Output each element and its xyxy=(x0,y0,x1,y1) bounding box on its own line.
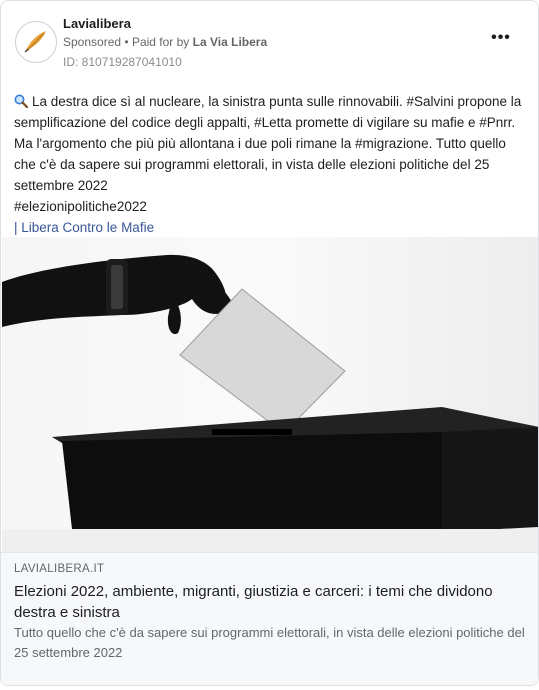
ad-image[interactable] xyxy=(2,237,538,552)
more-options-icon[interactable]: ••• xyxy=(488,30,514,47)
link-description: Tutto quello che c'è da sapere sui progr… xyxy=(14,625,525,660)
sponsored-label: Sponsored xyxy=(63,35,122,49)
ad-card: Lavialibera Sponsored • Paid for by La V… xyxy=(0,0,539,686)
sponsored-meta: Sponsored • Paid for by La Via Libera xyxy=(63,35,267,49)
link-domain: LAVIALIBERA.IT xyxy=(14,563,105,575)
post-paragraph: La destra dice sì al nucleare, la sinist… xyxy=(14,91,529,196)
ad-id: ID: 810719287041010 xyxy=(63,55,182,69)
page-avatar[interactable] xyxy=(15,21,57,63)
magnifying-glass-icon xyxy=(14,94,28,108)
ballot-box-image xyxy=(2,237,538,552)
post-signature-link[interactable]: | Libera Contro le Mafie xyxy=(14,217,529,238)
meta-separator: • xyxy=(124,35,129,49)
paid-for-prefix: Paid for by xyxy=(131,35,190,49)
page-name[interactable]: Lavialibera xyxy=(63,16,131,31)
feather-logo-icon xyxy=(16,22,56,62)
post-main-text: La destra dice sì al nucleare, la sinist… xyxy=(14,94,522,193)
post-hashtag[interactable]: #elezionipolitiche2022 xyxy=(14,196,529,217)
post-text: La destra dice sì al nucleare, la sinist… xyxy=(14,91,529,238)
paid-for-by[interactable]: La Via Libera xyxy=(193,35,267,49)
link-preview[interactable]: LAVIALIBERA.IT Elezioni 2022, ambiente, … xyxy=(1,552,538,685)
link-headline[interactable]: Elezioni 2022, ambiente, migranti, giust… xyxy=(14,581,526,623)
ad-header: Lavialibera Sponsored • Paid for by La V… xyxy=(15,15,524,71)
